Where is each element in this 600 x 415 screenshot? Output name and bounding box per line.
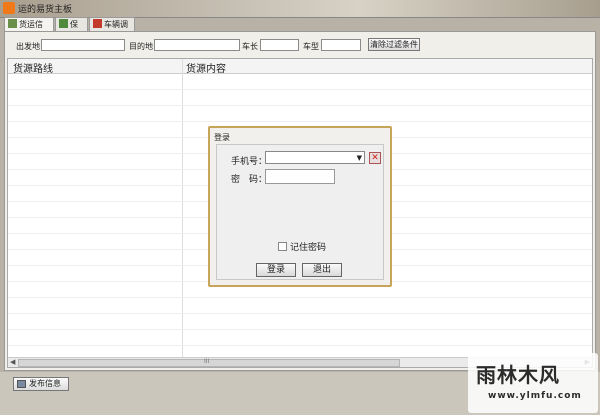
publish-icon <box>17 380 26 388</box>
type-label: 车型 <box>303 42 319 51</box>
chevron-down-icon[interactable]: ▼ <box>357 153 362 163</box>
publish-button[interactable]: 发布信息 <box>13 377 69 391</box>
publish-label: 发布信息 <box>29 379 61 388</box>
type-input[interactable] <box>321 39 361 51</box>
row-divider <box>8 345 592 346</box>
tab-insurance[interactable]: 保险 <box>55 17 88 42</box>
column-header-content[interactable]: 货源内容 <box>186 60 226 75</box>
password-label: 密 码： <box>231 175 268 185</box>
column-divider <box>182 59 183 359</box>
watermark-url: www.ylmfu.com <box>488 391 582 401</box>
scroll-left-icon[interactable]: ◀ <box>10 358 15 367</box>
row-divider <box>8 121 592 122</box>
login-button[interactable]: 登录 <box>256 263 296 277</box>
grid-header: 货源路线 货源内容 <box>8 59 592 75</box>
close-icon[interactable]: ✕ <box>369 152 381 164</box>
length-input[interactable] <box>260 39 299 51</box>
app-icon <box>3 2 15 14</box>
row-divider <box>8 329 592 330</box>
row-divider <box>8 313 592 314</box>
checkbox-box[interactable] <box>278 242 287 251</box>
scroll-grip: III <box>204 358 210 365</box>
row-divider <box>8 89 592 90</box>
shield-icon <box>59 19 68 28</box>
clear-filters-button[interactable]: 清除过滤条件 <box>368 38 420 51</box>
window-titlebar: 运的易货主板 <box>0 0 600 18</box>
exit-button[interactable]: 退出 <box>302 263 342 277</box>
length-label: 车长 <box>242 42 258 51</box>
tab-freight-info[interactable]: 货运信息 <box>4 17 54 42</box>
truck-icon <box>8 19 17 28</box>
remember-label: 记住密码 <box>290 243 327 253</box>
watermark-logo: 雨林木风 www.ylmfu.com <box>468 353 598 413</box>
phone-label: 手机号： <box>231 157 268 167</box>
destination-input[interactable] <box>154 39 240 51</box>
dialog-title: 登录 <box>214 133 230 142</box>
destination-label: 目的地 <box>129 42 153 51</box>
window-title: 运的易货主板 <box>18 5 73 15</box>
remember-password-checkbox[interactable]: 记住密码 <box>278 240 326 253</box>
row-divider <box>8 105 592 106</box>
scheduler-icon <box>93 19 102 28</box>
origin-input[interactable] <box>41 39 125 51</box>
password-input[interactable] <box>265 169 335 184</box>
phone-combobox[interactable]: ▼ <box>265 151 365 164</box>
watermark-main: 雨林木风 <box>476 363 560 387</box>
origin-label: 出发地 <box>16 42 40 51</box>
row-divider <box>8 297 592 298</box>
column-header-route[interactable]: 货源路线 <box>13 60 53 75</box>
tab-vehicle-dispatch[interactable]: 车辆调度 <box>89 17 135 42</box>
